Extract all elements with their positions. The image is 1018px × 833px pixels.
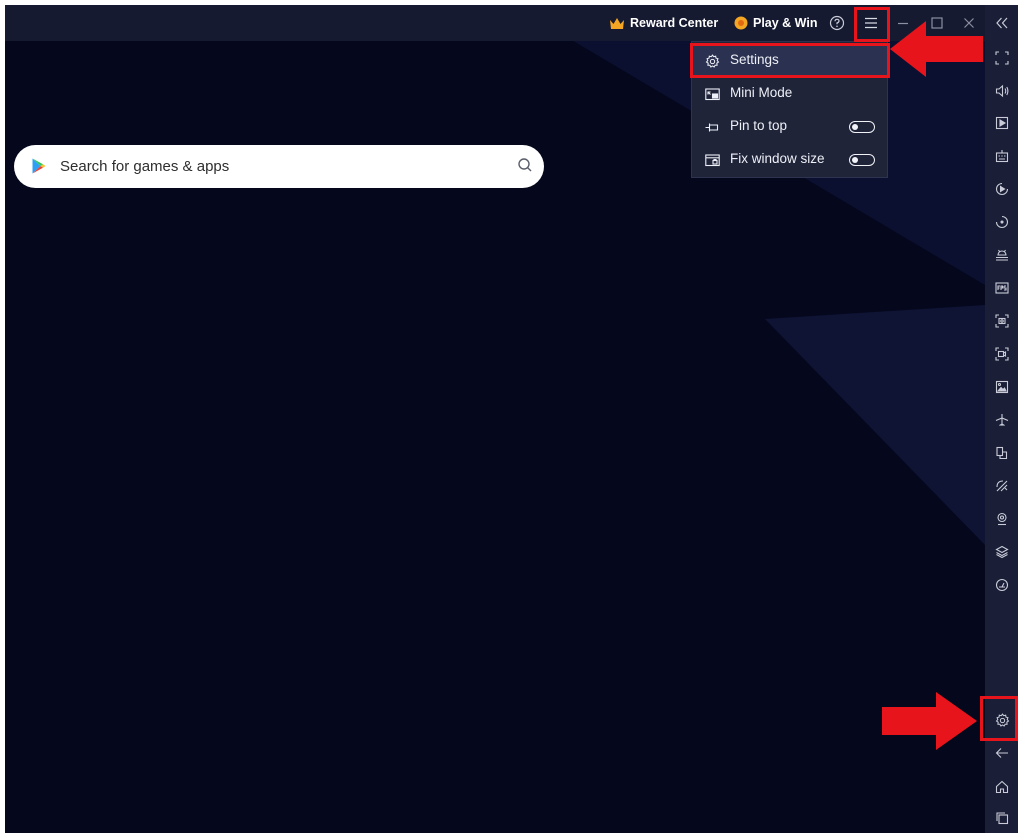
media-manager-button[interactable] [991,376,1013,398]
search-icon[interactable] [517,157,533,173]
fps-icon [995,282,1009,294]
keyboard-button[interactable] [991,145,1013,167]
fix-window-size-toggle[interactable] [849,154,875,166]
layers-icon [995,545,1009,559]
macro-record-icon [995,182,1009,196]
back-button[interactable] [991,742,1013,764]
fullscreen-button[interactable] [991,47,1013,69]
collapse-sidebar-icon [996,17,1008,29]
menu-item-mini-mode[interactable]: Mini Mode [692,77,887,110]
title-bar: Reward Center Play & Win [5,5,985,41]
mini-mode-icon [704,86,720,102]
menu-item-pin-to-top-label: Pin to top [730,118,788,133]
volume-button[interactable] [991,80,1013,102]
eco-mode-icon [996,480,1008,492]
performance-icon [995,578,1009,592]
recent-apps-icon [996,812,1009,825]
settings-button[interactable] [991,709,1013,731]
pin-to-top-toggle[interactable] [849,121,875,133]
toggle-knob [852,123,858,130]
media-button[interactable] [991,112,1013,134]
performance-button[interactable] [991,574,1013,596]
hamburger-dropdown-menu: Settings Mini Mode Pin to top Fix window… [691,41,888,178]
eco-mode-button[interactable] [991,475,1013,497]
recent-apps-button[interactable] [991,807,1013,829]
close-button[interactable] [959,13,979,33]
help-icon [829,15,845,31]
menu-item-settings[interactable]: Settings [692,44,887,77]
google-play-logo [32,158,46,174]
multi-instance-icon [996,446,1008,460]
multi-instance-button[interactable] [991,442,1013,464]
install-apk-button[interactable] [991,244,1013,266]
location-icon [997,512,1007,526]
menu-item-settings-label: Settings [730,52,779,67]
screenshot-button[interactable] [991,310,1013,332]
macro-record-button[interactable] [991,178,1013,200]
fps-button[interactable] [991,277,1013,299]
play-and-win-label: Play & Win [753,16,818,30]
media-manager-icon [995,380,1009,394]
close-icon [964,18,974,28]
rotate-button[interactable] [991,211,1013,233]
media-icon [995,116,1009,130]
settings-icon [995,712,1009,727]
coin-icon [734,16,748,30]
screen-record-button[interactable] [991,343,1013,365]
rotate-icon [995,215,1009,229]
airplane-mode-button[interactable] [991,409,1013,431]
screen-record-icon [995,347,1009,361]
minimize-button[interactable] [893,13,913,33]
location-button[interactable] [991,508,1013,530]
pin-icon [704,119,720,135]
menu-item-fix-window-size-label: Fix window size [730,151,825,166]
back-icon [995,748,1008,758]
play-and-win-button[interactable]: Play & Win [734,12,817,34]
search-input[interactable] [60,153,490,180]
maximize-button[interactable] [927,13,947,33]
airplane-mode-icon [995,414,1009,426]
minimize-icon [898,22,908,25]
fullscreen-icon [995,51,1009,65]
collapse-sidebar-button[interactable] [991,12,1013,34]
annotation-arrow-bottom [882,692,977,750]
home-icon [995,780,1009,794]
screenshot-icon [995,314,1009,328]
right-sidebar [985,5,1018,833]
crown-icon [610,17,624,29]
emulator-window: Reward Center Play & Win Search for game… [5,5,1018,833]
reward-center-label: Reward Center [630,16,719,30]
maximize-icon [931,17,943,29]
toggle-knob [852,156,858,163]
menu-item-pin-to-top[interactable]: Pin to top [692,110,887,143]
hamburger-menu-icon [865,17,877,29]
layers-button[interactable] [991,541,1013,563]
menu-button[interactable] [861,13,881,33]
volume-icon [995,84,1009,98]
menu-item-fix-window-size[interactable]: Fix window size [692,143,887,176]
reward-center-button[interactable]: Reward Center [609,12,718,34]
search-bar[interactable] [14,145,544,188]
fix-window-icon [704,152,720,168]
keyboard-icon [995,150,1009,163]
menu-item-mini-mode-label: Mini Mode [730,85,793,100]
install-apk-icon [996,249,1008,261]
home-button[interactable] [991,776,1013,798]
gear-icon [704,53,720,69]
help-button[interactable] [827,13,847,33]
